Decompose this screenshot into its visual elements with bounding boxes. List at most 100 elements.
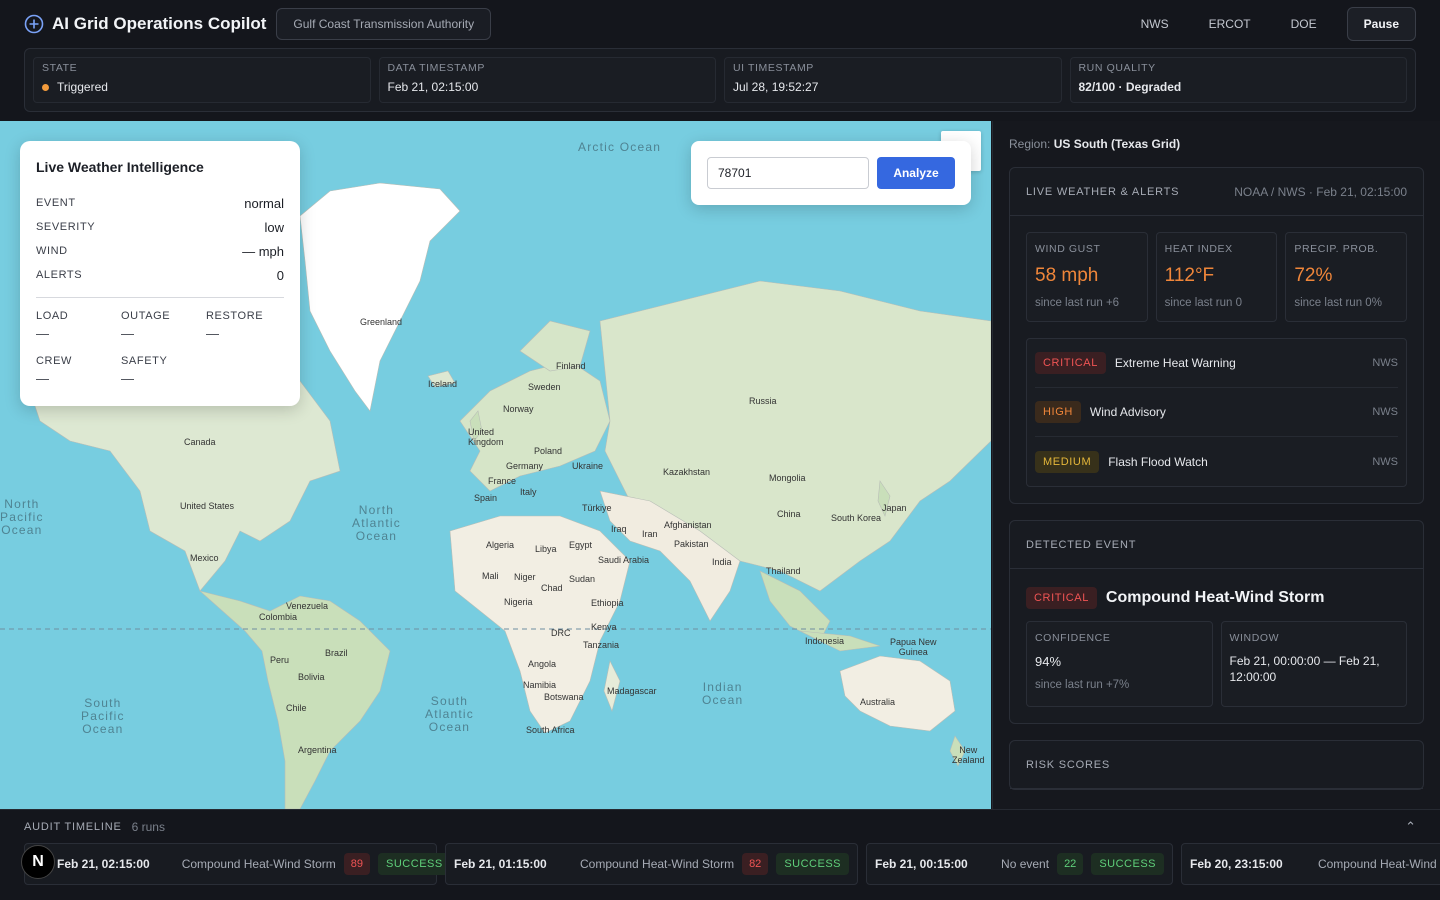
map-place-label: Germany	[506, 461, 544, 471]
metric-wind-gust: WIND GUST 58 mph since last run +6	[1026, 232, 1148, 322]
metric-precip-prob: PRECIP. PROB. 72% since last run 0%	[1285, 232, 1408, 322]
map-place-label: Mali	[482, 571, 499, 581]
map-place-label: Madagascar	[607, 686, 657, 696]
map-place-label: Greenland	[360, 317, 403, 327]
status-run-quality: RUN QUALITY 82/100 · Degraded	[1069, 57, 1407, 103]
map-place-label: Mongolia	[769, 473, 806, 483]
weather-row-wind: WIND — mph	[36, 243, 284, 259]
map-place-label: India	[712, 557, 732, 567]
map-place-label: Russia	[749, 396, 777, 406]
section-title: LIVE WEATHER & ALERTS	[1026, 185, 1180, 198]
map-place-label: Ethiopia	[591, 598, 624, 608]
chevron-up-icon[interactable]: ⌃	[1405, 819, 1416, 835]
map-place-label: South Africa	[526, 725, 575, 735]
alert-row[interactable]: MEDIUM Flash Flood Watch NWS	[1035, 437, 1398, 486]
timeline-run[interactable]: Feb 20, 23:15:00 Compound Heat-Wind Stor…	[1181, 843, 1440, 885]
metric-safety: SAFETY —	[121, 355, 168, 386]
ocean-label: Arctic Ocean	[578, 140, 662, 154]
weather-row-event: EVENT normal	[36, 195, 284, 211]
zip-input[interactable]	[707, 157, 869, 189]
map-place-label: Niger	[514, 572, 536, 582]
map-place-label: Angola	[528, 659, 557, 669]
severity-badge: MEDIUM	[1035, 450, 1100, 473]
alert-row[interactable]: HIGH Wind Advisory NWS	[1035, 388, 1398, 437]
map-place-label: Sweden	[528, 382, 561, 392]
map-place-label: Ukraine	[572, 461, 604, 471]
map-place-label: Sudan	[569, 574, 596, 584]
status-state: STATE Triggered	[33, 57, 371, 103]
score-badge: 82	[742, 853, 769, 875]
timeline-run[interactable]: Feb 21, 02:15:00 Compound Heat-Wind Stor…	[24, 843, 451, 885]
nav-link-doe[interactable]: DOE	[1271, 17, 1337, 31]
map-place-label: DRC	[551, 628, 571, 638]
weather-card-title: Live Weather Intelligence	[36, 159, 204, 175]
score-badge: 89	[343, 853, 371, 875]
status-badge: SUCCESS	[378, 853, 451, 875]
detected-event-section: DETECTED EVENT CRITICAL Compound Heat-Wi…	[1009, 520, 1424, 724]
map-place-label: Chad	[541, 583, 563, 593]
n-logo-icon[interactable]: N	[21, 845, 55, 879]
section-meta: NOAA / NWS · Feb 21, 02:15:00	[1234, 184, 1407, 199]
map-place-label: Nigeria	[504, 597, 533, 607]
section-title: DETECTED EVENT	[1026, 538, 1137, 551]
map-place-label: Afghanistan	[664, 520, 712, 530]
map-place-label: Kenya	[591, 622, 617, 632]
map-place-label: Namibia	[523, 680, 557, 690]
map-place-label: Bolivia	[298, 672, 325, 682]
data-timestamp-value: Feb 21, 02:15:00	[387, 80, 479, 94]
map-place-label: Poland	[534, 446, 563, 456]
weather-row-severity: SEVERITY low	[36, 219, 284, 235]
map-place-label: Tanzania	[583, 640, 620, 650]
right-panel[interactable]: Region: US South (Texas Grid) LIVE WEATH…	[992, 121, 1440, 809]
timeline-run[interactable]: Feb 21, 00:15:00 No event 22 SUCCESS	[866, 843, 1173, 885]
status-bar: STATE Triggered DATA TIMESTAMP Feb 21, 0…	[24, 48, 1416, 112]
map-place-label: Venezuela	[286, 601, 329, 611]
state-dot-icon	[42, 83, 49, 91]
audit-timeline: AUDIT TIMELINE 6 runs ⌃ Feb 21, 02:15:00…	[0, 809, 1440, 900]
region-value: US South (Texas Grid)	[1053, 137, 1181, 151]
ocean-label: South Atlantic Ocean	[425, 694, 474, 734]
divider	[36, 297, 284, 298]
metric-load: LOAD —	[36, 310, 69, 341]
weather-row-alerts: ALERTS 0	[36, 267, 284, 283]
timeline-title: AUDIT TIMELINE	[24, 821, 122, 833]
confidence-box: CONFIDENCE 94% since last run +7%	[1026, 621, 1213, 707]
map-place-label: Canada	[184, 437, 216, 447]
org-badge[interactable]: Gulf Coast Transmission Authority	[276, 8, 492, 40]
map-place-label: Spain	[474, 493, 498, 503]
map-place-label: Egypt	[569, 540, 593, 550]
analyze-button[interactable]: Analyze	[877, 157, 955, 189]
map-place-label: Türkiye	[582, 503, 612, 513]
timeline-run[interactable]: Feb 21, 01:15:00 Compound Heat-Wind Stor…	[445, 843, 858, 885]
app-title: AI Grid Operations Copilot	[52, 14, 267, 33]
map-place-label: New Zealand	[952, 745, 985, 765]
run-quality-value: 82/100 · Degraded	[1078, 80, 1182, 94]
pause-button[interactable]: Pause	[1346, 7, 1416, 41]
map-place-label: United States	[180, 501, 235, 511]
location-search-card: Analyze	[691, 141, 971, 205]
map-place-label: Brazil	[325, 648, 348, 658]
map-place-label: Pakistan	[674, 539, 709, 549]
state-value: Triggered	[57, 80, 108, 94]
nav-link-ercot[interactable]: ERCOT	[1189, 17, 1271, 31]
map-place-label: Iran	[642, 529, 658, 539]
metric-outage: OUTAGE —	[121, 310, 171, 341]
status-badge: SUCCESS	[1091, 853, 1164, 875]
ocean-label: North Atlantic Ocean	[352, 503, 401, 543]
map-place-label: Kazakhstan	[663, 467, 711, 477]
map-place-label: Botswana	[544, 692, 584, 702]
map-place-label: Indonesia	[805, 636, 845, 646]
map-place-label: Thailand	[766, 566, 801, 576]
map-place-label: Iceland	[428, 379, 458, 389]
section-title: RISK SCORES	[1026, 758, 1110, 771]
live-weather-alerts-section: LIVE WEATHER & ALERTS NOAA / NWS · Feb 2…	[1009, 167, 1424, 504]
map-place-label: South Korea	[831, 513, 882, 523]
alerts-list: CRITICAL Extreme Heat Warning NWS HIGH W…	[1026, 338, 1407, 487]
map-place-label: Saudi Arabia	[598, 555, 650, 565]
nav-link-nws[interactable]: NWS	[1121, 17, 1189, 31]
ocean-label: North Pacific Ocean	[0, 497, 44, 537]
alert-row[interactable]: CRITICAL Extreme Heat Warning NWS	[1035, 339, 1398, 388]
severity-badge: CRITICAL	[1035, 352, 1106, 374]
map-place-label: Australia	[860, 697, 896, 707]
severity-badge: HIGH	[1035, 401, 1081, 423]
